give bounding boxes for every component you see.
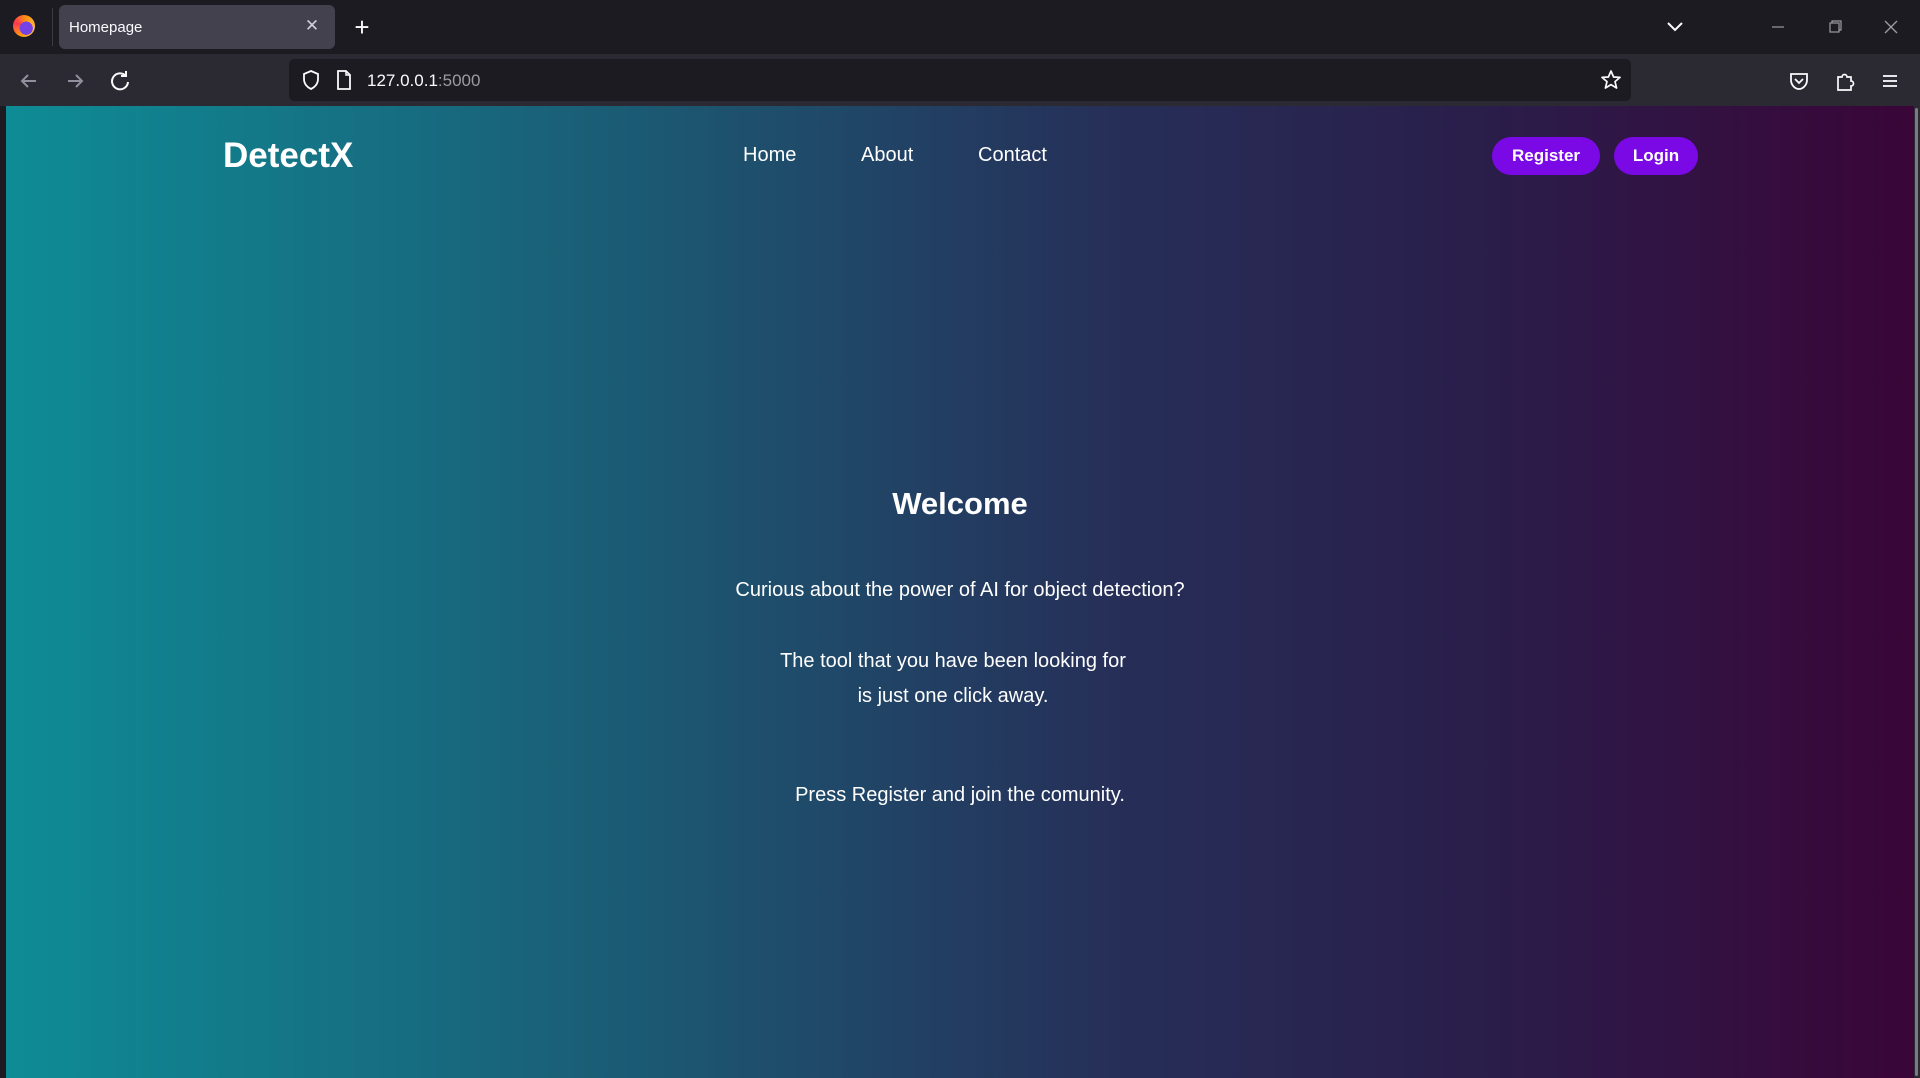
hero-line-click-away: is just one click away. — [857, 685, 1049, 707]
address-bar[interactable]: 127.0.0.1:5000 — [289, 59, 1631, 101]
hero-line-question: Curious about the power of AI for object… — [735, 579, 1185, 601]
menu-hamburger-icon[interactable] — [1877, 68, 1903, 94]
firefox-logo-icon[interactable] — [13, 15, 35, 37]
new-tab-plus-icon[interactable]: + — [350, 12, 374, 42]
hero-line-tool: The tool that you have been looking for — [780, 650, 1126, 672]
tab-divider — [52, 8, 53, 46]
back-arrow-icon[interactable] — [13, 65, 45, 97]
pocket-icon[interactable] — [1786, 68, 1812, 94]
url-host: 127.0.0.1 — [367, 71, 438, 90]
register-button[interactable]: Register — [1492, 137, 1600, 175]
forward-arrow-icon[interactable] — [59, 65, 91, 97]
tab-homepage[interactable]: Homepage ✕ — [59, 5, 335, 49]
page-info-document-icon[interactable] — [333, 68, 355, 92]
nav-link-home[interactable]: Home — [743, 144, 796, 167]
reload-icon[interactable] — [104, 65, 136, 97]
bookmark-star-icon[interactable] — [1599, 68, 1623, 92]
url-text[interactable]: 127.0.0.1:5000 — [367, 71, 480, 91]
tab-strip: Homepage ✕ + — [0, 0, 1920, 54]
nav-link-about[interactable]: About — [861, 144, 913, 167]
nav-link-contact[interactable]: Contact — [978, 144, 1047, 167]
minimize-window-icon[interactable] — [1758, 12, 1798, 42]
list-all-tabs-chevron-icon[interactable] — [1662, 14, 1688, 40]
close-tab-icon[interactable]: ✕ — [303, 17, 321, 35]
page-viewport: DetectX Home About Contact Register Logi… — [6, 106, 1914, 1078]
tab-title: Homepage — [69, 19, 143, 36]
hero-title: Welcome — [892, 486, 1028, 521]
hero-line-call-to-action: Press Register and join the comunity. — [795, 784, 1125, 806]
close-window-icon[interactable] — [1871, 12, 1911, 42]
tracking-protection-shield-icon[interactable] — [299, 68, 323, 92]
extensions-puzzle-icon[interactable] — [1832, 68, 1858, 94]
url-port: :5000 — [437, 71, 481, 90]
scrollbar-thumb[interactable] — [1915, 108, 1918, 1076]
restore-window-icon[interactable] — [1815, 12, 1855, 42]
site-logo[interactable]: DetectX — [223, 136, 353, 176]
login-button[interactable]: Login — [1614, 137, 1698, 175]
navigation-toolbar: 127.0.0.1:5000 — [0, 54, 1920, 106]
